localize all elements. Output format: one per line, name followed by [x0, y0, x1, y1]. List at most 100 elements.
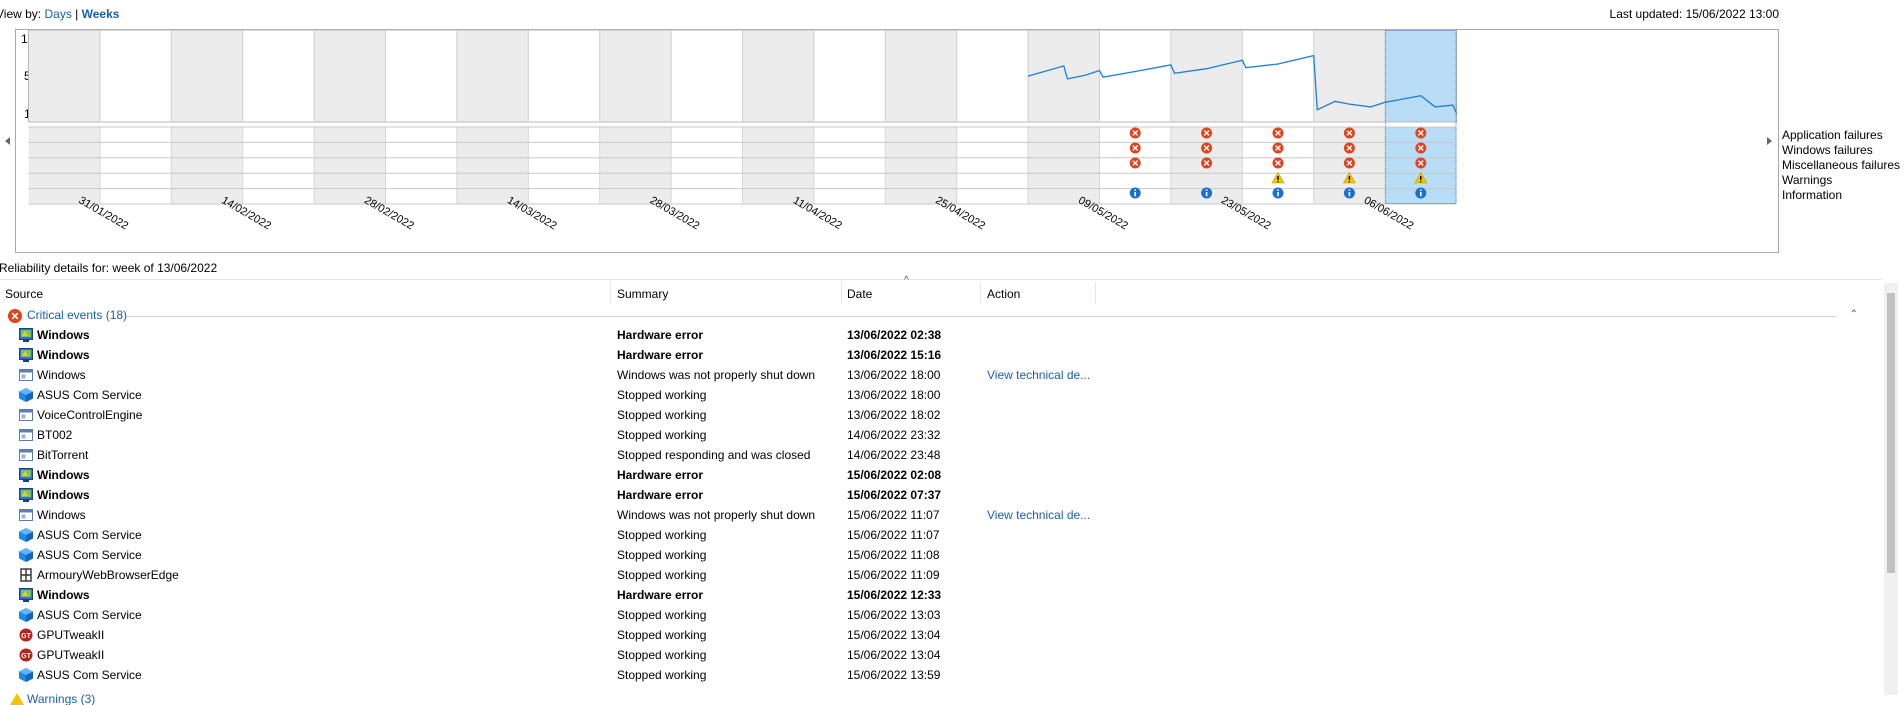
chart-week-column[interactable] — [1242, 30, 1314, 122]
event-row[interactable]: VoiceControlEngine Stopped working 13/06/2… — [0, 405, 1100, 425]
event-date: 15/06/2022 11:09 — [847, 568, 940, 582]
event-summary: Stopped working — [617, 528, 707, 542]
event-week-column[interactable] — [242, 127, 315, 204]
collapse-group-icon[interactable]: ⌃ — [1850, 309, 1858, 320]
chart-week-column[interactable] — [742, 30, 814, 122]
event-week-column[interactable] — [956, 127, 1029, 204]
chart-week-column[interactable] — [813, 30, 886, 122]
event-week-column[interactable] — [885, 127, 957, 204]
legend-application-failures: Application failures — [1782, 128, 1883, 142]
event-summary: Hardware error — [617, 468, 704, 482]
chart-week-column[interactable] — [528, 30, 600, 122]
reliability-chart[interactable]: 31/01/2022 14/02/2022 28/02/2022 14/03/2022… — [0, 0, 1904, 255]
event-date: 13/06/2022 18:00 — [847, 368, 941, 382]
chart-week-column[interactable] — [1028, 30, 1100, 122]
event-week-column[interactable] — [742, 127, 814, 204]
event-summary: Stopped responding and was closed — [617, 448, 811, 462]
event-row[interactable]: GT GPUTweakII Stopped working 15/06/2022 13… — [0, 625, 1100, 645]
event-source: ASUS Com Service — [37, 548, 142, 562]
event-date: 15/06/2022 12:33 — [847, 588, 942, 602]
event-source: ASUS Com Service — [37, 668, 142, 682]
chart-week-column[interactable] — [99, 30, 172, 122]
critical-events-group[interactable]: Critical events (18) ⌃ — [8, 307, 1858, 325]
chart-week-column[interactable] — [1385, 30, 1457, 122]
event-action-link[interactable]: View technical de... — [987, 505, 1090, 525]
svg-text:GT: GT — [21, 653, 31, 660]
chart-week-column[interactable] — [599, 30, 672, 122]
chart-week-column[interactable] — [171, 30, 243, 122]
chart-week-column[interactable] — [28, 30, 100, 122]
event-source: Windows — [37, 588, 90, 602]
column-separator[interactable] — [841, 282, 842, 304]
event-source: VoiceControlEngine — [37, 408, 143, 422]
event-date: 15/06/2022 13:04 — [847, 648, 941, 662]
chart-week-column[interactable] — [314, 30, 386, 122]
event-date: 14/06/2022 23:48 — [847, 448, 941, 462]
event-source: GPUTweakII — [37, 648, 105, 662]
legend-information: Information — [1782, 188, 1843, 202]
windows-monitor-icon — [19, 588, 33, 602]
event-row[interactable]: ASUS Com Service Stopped working 15/06/202… — [0, 665, 1100, 685]
event-row[interactable]: BT002 Stopped working 14/06/2022 23:32 — [0, 425, 1100, 445]
event-week-column[interactable] — [456, 127, 529, 204]
info-i-glyph — [1420, 192, 1422, 197]
column-separator[interactable] — [610, 282, 611, 304]
event-row[interactable]: Windows Hardware error 15/06/2022 07:37 — [0, 485, 1100, 505]
warning-dot-glyph — [1277, 181, 1279, 183]
event-week-column[interactable] — [671, 127, 743, 204]
event-week-column[interactable] — [1028, 127, 1100, 204]
event-week-column[interactable] — [599, 127, 672, 204]
info-dot-glyph — [1277, 189, 1279, 191]
event-week-column[interactable] — [813, 127, 886, 204]
event-row[interactable]: ArmouryWebBrowserEdge Stopped working 15/0… — [0, 565, 1100, 585]
event-week-column[interactable] — [99, 127, 172, 204]
event-action-link[interactable]: View technical de... — [987, 365, 1090, 385]
event-row[interactable]: ASUS Com Service Stopped working 15/06/202… — [0, 605, 1100, 625]
column-header-date[interactable]: Date — [847, 285, 872, 303]
warning-dot-glyph — [1420, 181, 1422, 183]
scrollbar-thumb[interactable] — [1887, 293, 1895, 573]
event-row[interactable]: BitTorrent Stopped responding and was clo… — [0, 445, 1100, 465]
event-row[interactable]: ASUS Com Service Stopped working 15/06/202… — [0, 525, 1100, 545]
event-week-column[interactable] — [385, 127, 457, 204]
event-week-column[interactable] — [528, 127, 600, 204]
event-summary: Hardware error — [617, 328, 704, 342]
event-week-column[interactable] — [171, 127, 243, 204]
chart-week-column[interactable] — [456, 30, 529, 122]
chart-week-column[interactable] — [956, 30, 1029, 122]
event-row[interactable]: GT GPUTweakII Stopped working 15/06/2022 13… — [0, 645, 1100, 665]
event-week-column[interactable] — [314, 127, 386, 204]
event-summary: Windows was not properly shut down — [617, 368, 816, 382]
event-row[interactable]: Windows Windows was not properly shut dow… — [0, 365, 1100, 385]
event-row[interactable]: ASUS Com Service Stopped working 15/06/202… — [0, 545, 1100, 565]
column-header-source[interactable]: Source — [5, 285, 43, 303]
column-separator[interactable] — [980, 282, 981, 304]
event-row[interactable]: Windows Hardware error 15/06/2022 12:33 — [0, 585, 1100, 605]
event-summary: Stopped working — [617, 568, 707, 582]
legend-windows-failures: Windows failures — [1782, 143, 1873, 157]
critical-error-icon — [8, 309, 22, 323]
gpu-tweak-icon: GT — [19, 628, 33, 642]
event-source: ASUS Com Service — [37, 608, 142, 622]
event-row[interactable]: ASUS Com Service Stopped working 13/06/202… — [0, 385, 1100, 405]
chart-week-column[interactable] — [242, 30, 315, 122]
event-week-column[interactable] — [28, 127, 100, 204]
event-row[interactable]: Windows Windows was not properly shut dow… — [0, 505, 1100, 525]
event-date: 15/06/2022 13:03 — [847, 608, 941, 622]
chart-week-column[interactable] — [885, 30, 957, 122]
chart-week-column[interactable] — [671, 30, 743, 122]
column-separator[interactable] — [1095, 282, 1096, 304]
info-i-glyph — [1277, 192, 1279, 197]
column-header-action[interactable]: Action — [987, 285, 1020, 303]
event-row[interactable]: Windows Hardware error 13/06/2022 02:38 — [0, 325, 1100, 345]
chart-week-column[interactable] — [1170, 30, 1243, 122]
chart-week-column[interactable] — [1313, 30, 1386, 122]
warnings-group[interactable]: Warnings (3) — [10, 691, 130, 705]
event-row[interactable]: Windows Hardware error 15/06/2022 02:08 — [0, 465, 1100, 485]
event-source: ASUS Com Service — [37, 388, 142, 402]
event-row[interactable]: Windows Hardware error 13/06/2022 15:16 — [0, 345, 1100, 365]
chart-week-column[interactable] — [385, 30, 457, 122]
warning-dot-glyph — [1348, 181, 1351, 183]
details-vertical-scrollbar[interactable] — [1884, 283, 1898, 695]
column-header-summary[interactable]: Summary — [617, 285, 668, 303]
